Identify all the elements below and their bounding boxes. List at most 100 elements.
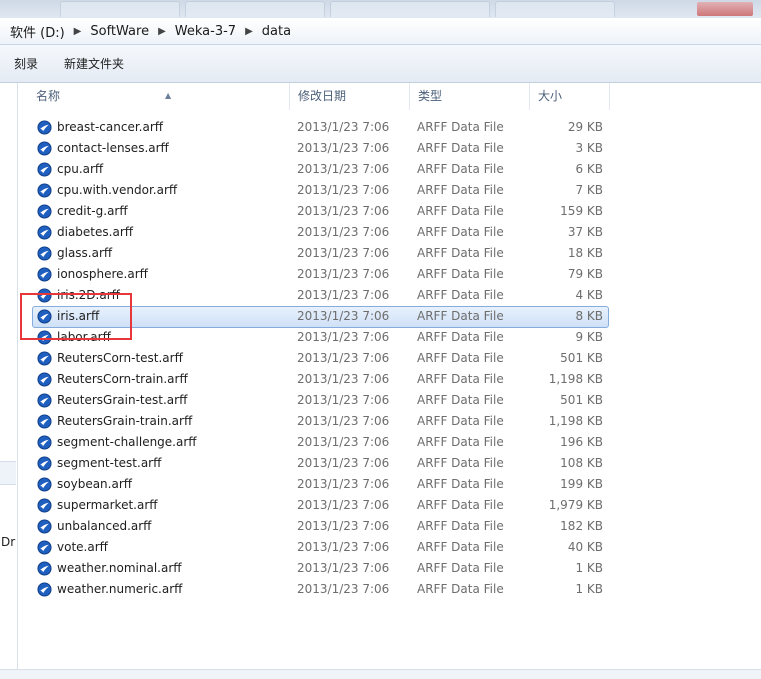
file-type: ARFF Data File <box>417 246 504 260</box>
weka-file-icon <box>37 456 52 471</box>
file-row[interactable]: segment-challenge.arff 2013/1/23 7:06 ARFF… <box>18 432 761 453</box>
file-name: supermarket.arff <box>57 498 158 512</box>
file-type: ARFF Data File <box>417 519 504 533</box>
column-header-date[interactable]: 修改日期 <box>290 83 410 110</box>
file-row[interactable]: labor.arff 2013/1/23 7:06 ARFF Data File 9 … <box>18 327 761 348</box>
file-row[interactable]: contact-lenses.arff 2013/1/23 7:06 ARFF Da… <box>18 138 761 159</box>
file-type: ARFF Data File <box>417 141 504 155</box>
file-row[interactable]: vote.arff 2013/1/23 7:06 ARFF Data File 40 … <box>18 537 761 558</box>
sort-ascending-icon: ▲ <box>165 91 172 100</box>
file-date: 2013/1/23 7:06 <box>297 246 390 260</box>
file-name: weather.numeric.arff <box>57 582 183 596</box>
file-row[interactable]: breast-cancer.arff 2013/1/23 7:06 ARFF Dat… <box>18 117 761 138</box>
file-date: 2013/1/23 7:06 <box>297 288 390 302</box>
file-name: iris.arff <box>57 309 100 323</box>
file-row[interactable]: weather.nominal.arff 2013/1/23 7:06 ARFF D… <box>18 558 761 579</box>
file-row[interactable]: weather.numeric.arff 2013/1/23 7:06 ARFF D… <box>18 579 761 600</box>
file-date: 2013/1/23 7:06 <box>297 225 390 239</box>
file-size: 4 KB <box>575 288 603 302</box>
file-row[interactable]: unbalanced.arff 2013/1/23 7:06 ARFF Data F… <box>18 516 761 537</box>
file-row[interactable]: cpu.arff 2013/1/23 7:06 ARFF Data File 6 KB <box>18 159 761 180</box>
weka-file-icon <box>37 351 52 366</box>
column-header-name[interactable]: 名称 ▲ <box>28 83 290 110</box>
file-size: 501 KB <box>560 393 603 407</box>
file-name: diabetes.arff <box>57 225 134 239</box>
file-size: 37 KB <box>567 225 603 239</box>
command-toolbar: 刻录 新建文件夹 <box>0 45 761 83</box>
file-name: segment-test.arff <box>57 456 162 470</box>
column-header-type[interactable]: 类型 <box>410 83 530 110</box>
chevron-right-icon[interactable]: ▶ <box>245 26 253 37</box>
file-row[interactable]: ReutersGrain-test.arff 2013/1/23 7:06 ARFF… <box>18 390 761 411</box>
weka-file-icon <box>37 330 52 345</box>
weka-file-icon <box>37 288 52 303</box>
file-row[interactable]: glass.arff 2013/1/23 7:06 ARFF Data File 18… <box>18 243 761 264</box>
file-name: ionosphere.arff <box>57 267 148 281</box>
weka-file-icon <box>37 477 52 492</box>
file-size: 7 KB <box>575 183 603 197</box>
column-header-date-label: 修改日期 <box>298 89 347 103</box>
column-header-name-label: 名称 <box>36 89 61 103</box>
background-tab <box>495 1 615 17</box>
file-type: ARFF Data File <box>417 204 504 218</box>
file-name: soybean.arff <box>57 477 133 491</box>
file-row[interactable]: segment-test.arff 2013/1/23 7:06 ARFF Data… <box>18 453 761 474</box>
file-type: ARFF Data File <box>417 162 504 176</box>
file-name: weather.nominal.arff <box>57 561 182 575</box>
file-size: 1,979 KB <box>548 498 603 512</box>
breadcrumb-item-weka[interactable]: Weka-3-7 <box>175 24 236 39</box>
file-row[interactable]: credit-g.arff 2013/1/23 7:06 ARFF Data Fil… <box>18 201 761 222</box>
file-date: 2013/1/23 7:06 <box>297 309 390 323</box>
file-type: ARFF Data File <box>417 477 504 491</box>
nav-item-label[interactable]: Dr <box>1 535 15 549</box>
file-size: 9 KB <box>575 330 603 344</box>
file-type: ARFF Data File <box>417 498 504 512</box>
file-date: 2013/1/23 7:06 <box>297 477 390 491</box>
file-size: 40 KB <box>567 540 603 554</box>
file-name: breast-cancer.arff <box>57 120 164 134</box>
chevron-right-icon[interactable]: ▶ <box>158 26 166 37</box>
file-date: 2013/1/23 7:06 <box>297 141 390 155</box>
file-row[interactable]: ReutersCorn-test.arff 2013/1/23 7:06 ARFF … <box>18 348 761 369</box>
file-name: labor.arff <box>57 330 111 344</box>
file-type: ARFF Data File <box>417 120 504 134</box>
file-date: 2013/1/23 7:06 <box>297 120 390 134</box>
file-row[interactable]: ionosphere.arff 2013/1/23 7:06 ARFF Data F… <box>18 264 761 285</box>
file-row[interactable]: iris.arff 2013/1/23 7:06 ARFF Data File 8 K… <box>18 306 761 328</box>
file-name: ReutersCorn-train.arff <box>57 372 188 386</box>
window-close-button[interactable] <box>697 2 753 16</box>
file-row[interactable]: supermarket.arff 2013/1/23 7:06 ARFF Data … <box>18 495 761 516</box>
file-type: ARFF Data File <box>417 582 504 596</box>
new-folder-button[interactable]: 新建文件夹 <box>64 55 124 72</box>
weka-file-icon <box>37 183 52 198</box>
column-headers: 名称 ▲ 修改日期 类型 大小 <box>18 83 761 110</box>
file-type: ARFF Data File <box>417 309 504 323</box>
weka-file-icon <box>37 267 52 282</box>
column-header-size[interactable]: 大小 <box>530 83 610 110</box>
file-row[interactable]: ReutersCorn-train.arff 2013/1/23 7:06 ARFF… <box>18 369 761 390</box>
file-type: ARFF Data File <box>417 225 504 239</box>
file-date: 2013/1/23 7:06 <box>297 498 390 512</box>
file-row[interactable]: iris.2D.arff 2013/1/23 7:06 ARFF Data File… <box>18 285 761 306</box>
file-type: ARFF Data File <box>417 435 504 449</box>
file-date: 2013/1/23 7:06 <box>297 330 390 344</box>
navigation-pane[interactable]: Dr <box>0 83 18 669</box>
file-date: 2013/1/23 7:06 <box>297 456 390 470</box>
file-date: 2013/1/23 7:06 <box>297 393 390 407</box>
breadcrumb-item-drive[interactable]: 软件 (D:) <box>10 22 65 41</box>
chevron-right-icon[interactable]: ▶ <box>74 26 82 37</box>
breadcrumb-item-data[interactable]: data <box>262 24 291 39</box>
breadcrumb-item-software[interactable]: SoftWare <box>90 24 149 39</box>
file-row[interactable]: cpu.with.vendor.arff 2013/1/23 7:06 ARFF D… <box>18 180 761 201</box>
file-row[interactable]: diabetes.arff 2013/1/23 7:06 ARFF Data Fil… <box>18 222 761 243</box>
file-type: ARFF Data File <box>417 372 504 386</box>
file-date: 2013/1/23 7:06 <box>297 540 390 554</box>
breadcrumb[interactable]: 软件 (D:) ▶ SoftWare ▶ Weka-3-7 ▶ data <box>0 18 761 45</box>
file-size: 159 KB <box>560 204 603 218</box>
file-size: 1 KB <box>575 561 603 575</box>
file-row[interactable]: soybean.arff 2013/1/23 7:06 ARFF Data File… <box>18 474 761 495</box>
file-row[interactable]: ReutersGrain-train.arff 2013/1/23 7:06 ARF… <box>18 411 761 432</box>
file-name: glass.arff <box>57 246 113 260</box>
nav-item[interactable] <box>0 461 16 485</box>
burn-button[interactable]: 刻录 <box>14 55 38 72</box>
